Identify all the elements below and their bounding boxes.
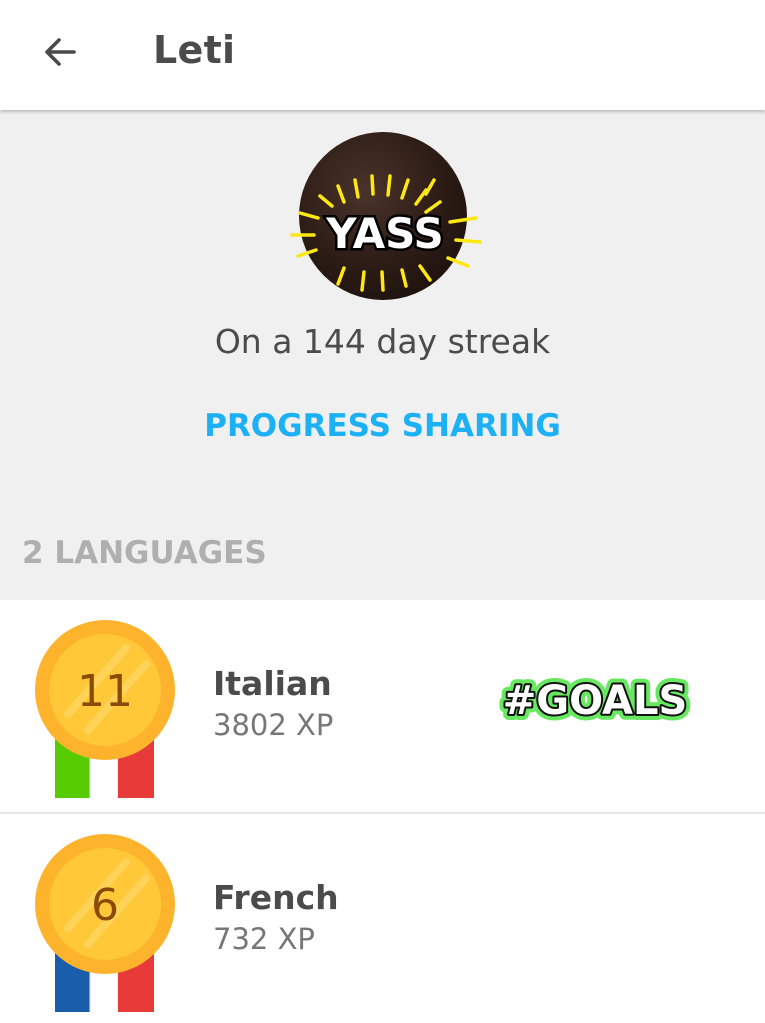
arrow-left-icon: [45, 38, 76, 66]
level-medal-icon: 11: [35, 620, 175, 798]
profile-header: YASS On a 144 day streak PROGRESS SHARIN…: [0, 110, 765, 600]
goals-sticker: #GOALS #GOALS: [497, 672, 694, 730]
top-app-bar: Leti: [0, 0, 765, 110]
back-button[interactable]: [30, 22, 90, 82]
language-xp: 732 XP: [213, 922, 315, 956]
yass-sticker: YASS: [290, 174, 482, 292]
language-name: Italian: [213, 664, 332, 703]
list-item-french[interactable]: 6 French 732 XP: [0, 814, 765, 1023]
level-medal-icon: 6: [35, 834, 175, 1012]
languages-count-label: 2 LANGUAGES: [22, 535, 267, 571]
profile-page: Leti YASS On a 144 day streak PROGRESS S…: [0, 0, 765, 1023]
list-item-italian[interactable]: 11 Italian 3802 XP #GOALS #GOALS: [0, 600, 765, 814]
page-title: Leti: [153, 28, 236, 72]
level-number: 11: [77, 666, 133, 717]
yass-sticker-text: YASS: [325, 209, 444, 258]
language-name: French: [213, 878, 339, 917]
language-xp: 3802 XP: [213, 708, 334, 742]
streak-text: On a 144 day streak: [214, 322, 551, 361]
goals-sticker-text-outline: #GOALS: [503, 678, 688, 724]
progress-sharing-button[interactable]: PROGRESS SHARING: [0, 408, 765, 444]
level-number: 6: [91, 880, 119, 931]
